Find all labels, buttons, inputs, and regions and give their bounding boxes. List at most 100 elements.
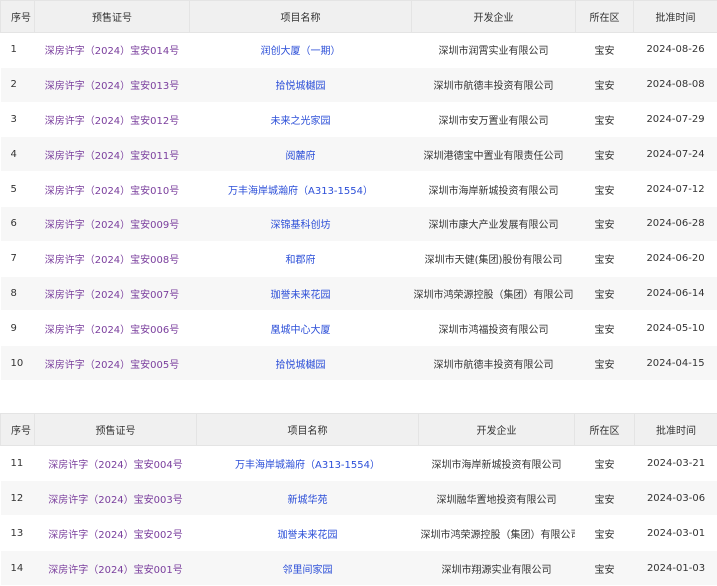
table-header-row: 序号 预售证号 项目名称 开发企业 所在区 批准时间 bbox=[1, 414, 717, 446]
project-link[interactable]: 珈誉未来花园 bbox=[197, 516, 419, 551]
license-link[interactable]: 深房许字（2024）宝安007号 bbox=[35, 276, 190, 311]
district-name: 宝安 bbox=[575, 516, 635, 551]
project-link[interactable]: 拾悦城樾园 bbox=[190, 67, 412, 102]
developer-name: 深圳市鸿荣源控股（集团）有限公司 bbox=[419, 516, 575, 551]
header-license: 预售证号 bbox=[35, 1, 190, 33]
header-date: 批准时间 bbox=[635, 414, 717, 446]
district-name: 宝安 bbox=[576, 33, 634, 68]
row-number: 3 bbox=[1, 102, 35, 137]
approval-date: 2024-07-24 bbox=[634, 137, 717, 172]
header-project: 项目名称 bbox=[197, 414, 419, 446]
district-name: 宝安 bbox=[576, 172, 634, 207]
project-link[interactable]: 和郡府 bbox=[190, 241, 412, 276]
district-name: 宝安 bbox=[576, 346, 634, 381]
table-row: 9深房许字（2024）宝安006号凰城中心大厦深圳市鸿福投资有限公司宝安2024… bbox=[1, 311, 717, 346]
table2-body: 11深房许字（2024）宝安004号万丰海岸城瀚府（A313-1554）深圳市海… bbox=[1, 446, 717, 586]
approval-date: 2024-03-21 bbox=[635, 446, 717, 481]
project-link[interactable]: 深锦基科创坊 bbox=[190, 206, 412, 241]
table-row: 4深房许字（2024）宝安011号阅麓府深圳港德宝中置业有限责任公司宝安2024… bbox=[1, 137, 717, 172]
district-name: 宝安 bbox=[575, 551, 635, 586]
district-name: 宝安 bbox=[576, 311, 634, 346]
table-row: 3深房许字（2024）宝安012号未来之光家园深圳市安万置业有限公司宝安2024… bbox=[1, 102, 717, 137]
license-link[interactable]: 深房许字（2024）宝安011号 bbox=[35, 137, 190, 172]
table-row: 10深房许字（2024）宝安005号拾悦城樾园深圳市航德丰投资有限公司宝安202… bbox=[1, 346, 717, 381]
presale-table-page1: 序号 预售证号 项目名称 开发企业 所在区 批准时间 1深房许字（2024）宝安… bbox=[0, 0, 717, 381]
header-district: 所在区 bbox=[575, 414, 635, 446]
project-link[interactable]: 阅麓府 bbox=[190, 137, 412, 172]
table-row: 7深房许字（2024）宝安008号和郡府深圳市天健(集团)股份有限公司宝安202… bbox=[1, 241, 717, 276]
license-link[interactable]: 深房许字（2024）宝安002号 bbox=[35, 516, 197, 551]
district-name: 宝安 bbox=[576, 137, 634, 172]
developer-name: 深圳市鸿荣源控股（集团）有限公司 bbox=[412, 276, 576, 311]
license-link[interactable]: 深房许字（2024）宝安008号 bbox=[35, 241, 190, 276]
row-number: 12 bbox=[1, 481, 35, 516]
project-link[interactable]: 未来之光家园 bbox=[190, 102, 412, 137]
approval-date: 2024-05-10 bbox=[634, 311, 717, 346]
approval-date: 2024-03-01 bbox=[635, 516, 717, 551]
row-number: 10 bbox=[1, 346, 35, 381]
table-row: 8深房许字（2024）宝安007号珈誉未来花园深圳市鸿荣源控股（集团）有限公司宝… bbox=[1, 276, 717, 311]
developer-name: 深圳融华置地投资有限公司 bbox=[419, 481, 575, 516]
header-developer: 开发企业 bbox=[419, 414, 575, 446]
table-row: 2深房许字（2024）宝安013号拾悦城樾园深圳市航德丰投资有限公司宝安2024… bbox=[1, 67, 717, 102]
row-number: 2 bbox=[1, 67, 35, 102]
row-number: 11 bbox=[1, 446, 35, 481]
developer-name: 深圳市海岸新城投资有限公司 bbox=[412, 172, 576, 207]
table-row: 6深房许字（2024）宝安009号深锦基科创坊深圳市康大产业发展有限公司宝安20… bbox=[1, 206, 717, 241]
project-link[interactable]: 邻里间家园 bbox=[197, 551, 419, 586]
developer-name: 深圳市天健(集团)股份有限公司 bbox=[412, 241, 576, 276]
license-link[interactable]: 深房许字（2024）宝安014号 bbox=[35, 33, 190, 68]
developer-name: 深圳市翔源实业有限公司 bbox=[419, 551, 575, 586]
table-row: 14深房许字（2024）宝安001号邻里间家园深圳市翔源实业有限公司宝安2024… bbox=[1, 551, 717, 586]
table-row: 11深房许字（2024）宝安004号万丰海岸城瀚府（A313-1554）深圳市海… bbox=[1, 446, 717, 481]
district-name: 宝安 bbox=[575, 446, 635, 481]
table-row: 12深房许字（2024）宝安003号新城华苑深圳融华置地投资有限公司宝安2024… bbox=[1, 481, 717, 516]
license-link[interactable]: 深房许字（2024）宝安010号 bbox=[35, 172, 190, 207]
table-row: 13深房许字（2024）宝安002号珈誉未来花园深圳市鸿荣源控股（集团）有限公司… bbox=[1, 516, 717, 551]
approval-date: 2024-06-20 bbox=[634, 241, 717, 276]
project-link[interactable]: 拾悦城樾园 bbox=[190, 346, 412, 381]
project-link[interactable]: 新城华苑 bbox=[197, 481, 419, 516]
approval-date: 2024-03-06 bbox=[635, 481, 717, 516]
project-link[interactable]: 珈誉未来花园 bbox=[190, 276, 412, 311]
license-link[interactable]: 深房许字（2024）宝安006号 bbox=[35, 311, 190, 346]
developer-name: 深圳市海岸新城投资有限公司 bbox=[419, 446, 575, 481]
approval-date: 2024-07-12 bbox=[634, 172, 717, 207]
row-number: 13 bbox=[1, 516, 35, 551]
license-link[interactable]: 深房许字（2024）宝安012号 bbox=[35, 102, 190, 137]
license-link[interactable]: 深房许字（2024）宝安003号 bbox=[35, 481, 197, 516]
header-district: 所在区 bbox=[576, 1, 634, 33]
district-name: 宝安 bbox=[576, 241, 634, 276]
approval-date: 2024-06-14 bbox=[634, 276, 717, 311]
license-link[interactable]: 深房许字（2024）宝安009号 bbox=[35, 206, 190, 241]
license-link[interactable]: 深房许字（2024）宝安005号 bbox=[35, 346, 190, 381]
row-number: 9 bbox=[1, 311, 35, 346]
approval-date: 2024-08-08 bbox=[634, 67, 717, 102]
developer-name: 深圳市安万置业有限公司 bbox=[412, 102, 576, 137]
table-row: 1深房许字（2024）宝安014号润创大厦（一期）深圳市润霄实业有限公司宝安20… bbox=[1, 33, 717, 68]
district-name: 宝安 bbox=[576, 276, 634, 311]
developer-name: 深圳市润霄实业有限公司 bbox=[412, 33, 576, 68]
project-link[interactable]: 润创大厦（一期） bbox=[190, 33, 412, 68]
developer-name: 深圳市航德丰投资有限公司 bbox=[412, 67, 576, 102]
table-row: 5深房许字（2024）宝安010号万丰海岸城瀚府（A313-1554）深圳市海岸… bbox=[1, 172, 717, 207]
row-number: 1 bbox=[1, 33, 35, 68]
project-link[interactable]: 万丰海岸城瀚府（A313-1554） bbox=[197, 446, 419, 481]
approval-date: 2024-04-15 bbox=[634, 346, 717, 381]
license-link[interactable]: 深房许字（2024）宝安004号 bbox=[35, 446, 197, 481]
header-developer: 开发企业 bbox=[412, 1, 576, 33]
developer-name: 深圳市康大产业发展有限公司 bbox=[412, 206, 576, 241]
district-name: 宝安 bbox=[576, 102, 634, 137]
row-number: 7 bbox=[1, 241, 35, 276]
approval-date: 2024-07-29 bbox=[634, 102, 717, 137]
table1-body: 1深房许字（2024）宝安014号润创大厦（一期）深圳市润霄实业有限公司宝安20… bbox=[1, 33, 717, 381]
project-link[interactable]: 凰城中心大厦 bbox=[190, 311, 412, 346]
license-link[interactable]: 深房许字（2024）宝安001号 bbox=[35, 551, 197, 586]
license-link[interactable]: 深房许字（2024）宝安013号 bbox=[35, 67, 190, 102]
developer-name: 深圳市鸿福投资有限公司 bbox=[412, 311, 576, 346]
project-link[interactable]: 万丰海岸城瀚府（A313-1554） bbox=[190, 172, 412, 207]
district-name: 宝安 bbox=[576, 206, 634, 241]
header-project: 项目名称 bbox=[190, 1, 412, 33]
district-name: 宝安 bbox=[576, 67, 634, 102]
developer-name: 深圳市航德丰投资有限公司 bbox=[412, 346, 576, 381]
